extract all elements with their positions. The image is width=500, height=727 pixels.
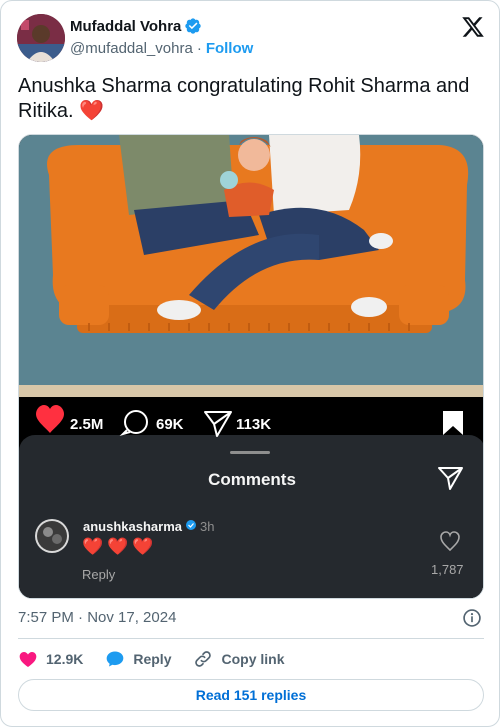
tweet-timestamp[interactable]: 7:57 PM · Nov 17, 2024 (18, 609, 176, 626)
ig-comments-title: Comments (208, 470, 296, 489)
read-replies-button[interactable]: Read 151 replies (18, 679, 484, 711)
verified-badge-icon (185, 18, 202, 34)
copy-link-label: Copy link (221, 651, 285, 667)
author-handle-row: @mufaddal_vohra · Follow (70, 40, 253, 57)
tweet-header: Mufaddal Vohra @mufaddal_vohra · Follow (17, 13, 485, 63)
ig-share-count: 113K (236, 416, 272, 433)
ig-comment-reply: Reply (82, 567, 116, 582)
ig-comment-count: 69K (156, 416, 184, 433)
ig-like-count: 2.5M (70, 416, 104, 433)
tweet-actions: 12.9K Reply Copy link (18, 647, 307, 671)
tweet-media[interactable]: 2.5M 69K 113K Comments anushkasharma 3h … (18, 134, 484, 599)
red-heart-emoji: ❤️ (79, 100, 105, 122)
ig-comment-time: 3h (200, 519, 215, 534)
heart-icon (19, 652, 37, 667)
ig-comment-username: anushkasharma (83, 519, 182, 534)
copy-link-button[interactable]: Copy link (193, 649, 285, 669)
link-icon (195, 651, 212, 667)
info-icon[interactable] (462, 608, 482, 628)
author-handle[interactable]: @mufaddal_vohra (70, 40, 193, 57)
author-name-row: Mufaddal Vohra (70, 17, 202, 35)
like-button[interactable]: 12.9K (18, 649, 83, 669)
divider (18, 638, 484, 639)
ig-comment-header: anushkasharma 3h (83, 519, 214, 534)
reply-bubble-icon (107, 651, 124, 667)
author-name[interactable]: Mufaddal Vohra (70, 18, 181, 35)
tweet-text: Anushka Sharma congratulating Rohit Shar… (18, 74, 484, 124)
ig-comment-like-count: 1,787 (431, 562, 464, 577)
like-count: 12.9K (46, 651, 84, 667)
reply-label: Reply (133, 651, 172, 667)
reply-button[interactable]: Reply (105, 649, 171, 669)
x-logo-icon[interactable] (461, 15, 485, 39)
avatar[interactable] (17, 14, 65, 62)
handle-separator: · (196, 40, 202, 57)
ig-comment-text: ❤️❤️❤️ (82, 537, 158, 556)
tweet-card: Mufaddal Vohra @mufaddal_vohra · Follow … (0, 0, 500, 727)
follow-button[interactable]: Follow (206, 40, 254, 57)
avatar-image (17, 14, 65, 62)
